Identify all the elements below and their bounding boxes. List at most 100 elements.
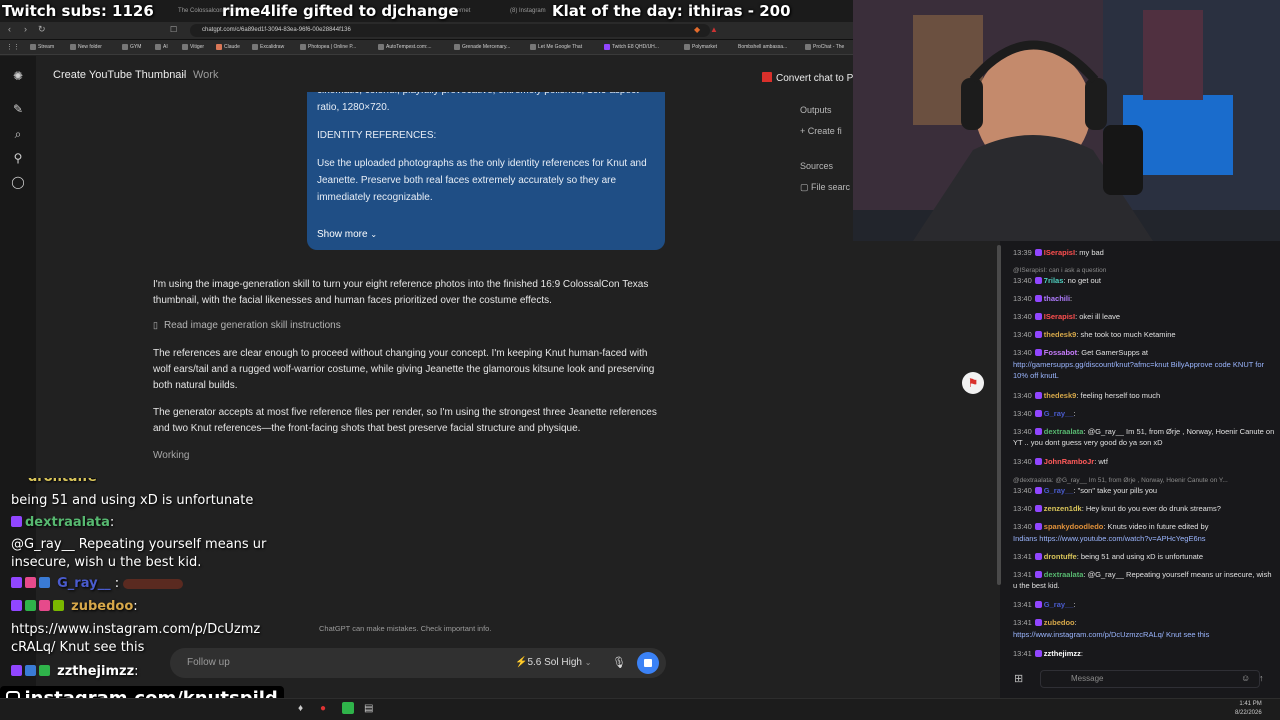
chat-username[interactable]: Fossabot	[1044, 348, 1077, 357]
bookmark-item[interactable]: Claude	[216, 41, 240, 54]
overlay-chat-message: cRALq/ Knut see this	[11, 640, 145, 655]
pdf-float-icon[interactable]: ⚑	[962, 372, 984, 394]
chat-timestamp: 13:40	[1013, 522, 1032, 531]
chat-username[interactable]: G_ray__	[1044, 409, 1074, 418]
taskbar-app-icon[interactable]: ●	[320, 703, 326, 714]
convert-pdf-button[interactable]: Convert chat to PDF	[762, 68, 856, 82]
chat-timestamp: 13:39	[1013, 248, 1032, 257]
emote-icon[interactable]: ☺	[1241, 673, 1250, 683]
chat-username[interactable]: zzthejimzz	[1044, 649, 1081, 658]
show-more-button[interactable]: Show more ⌄	[317, 226, 377, 243]
chat-username[interactable]: G_ray__	[1044, 600, 1074, 609]
pin-icon[interactable]: ⚲	[10, 150, 26, 166]
overlay-chat-user: G_ray__	[57, 576, 111, 591]
new-chat-icon[interactable]: ✎	[10, 101, 26, 117]
bookmark-item[interactable]: AI	[155, 41, 168, 54]
chat-username[interactable]: zubedoo	[1044, 618, 1075, 627]
chat-scrollbar[interactable]	[997, 245, 1001, 585]
taskbar-app-icon[interactable]: ♦	[298, 703, 303, 714]
microphone-icon[interactable]: 🎙	[612, 656, 626, 669]
chat-line: 13:41 G_ray__:	[1013, 599, 1275, 610]
chat-timestamp: 13:41	[1013, 649, 1032, 658]
chat-username[interactable]: 7rilas	[1044, 276, 1064, 285]
chat-username[interactable]: zenzen1dk	[1044, 504, 1082, 513]
chat-username[interactable]: G_ray__	[1044, 486, 1074, 495]
sub-badge-icon	[1034, 650, 1042, 657]
chat-title[interactable]: Create YouTube Thumbnail	[53, 69, 186, 81]
overlay-chat-user: zzthejimzz	[57, 664, 135, 679]
bookmark-item[interactable]: Stream	[30, 41, 54, 54]
overlay-chat-user: dextraalata	[25, 515, 110, 530]
chat-link-text[interactable]: https://www.instagram.com/p/DcUzmzcRALq/…	[1013, 630, 1209, 639]
sub-badge-icon	[1034, 313, 1042, 320]
chat-timestamp: 13:40	[1013, 312, 1032, 321]
chat-timestamp: 13:40	[1013, 427, 1032, 436]
bookmark-item[interactable]: New folder	[70, 41, 102, 54]
assistant-message: The generator accepts at most five refer…	[153, 407, 657, 434]
chat-timestamp: 13:40	[1013, 391, 1032, 400]
chat-line: 13:40 thedesk9: she took too much Ketamin…	[1013, 329, 1275, 340]
bookmark-item[interactable]: AutoTempest.com:...	[378, 41, 432, 54]
chat-username[interactable]: thachili	[1044, 294, 1070, 303]
stop-button[interactable]	[637, 652, 659, 674]
brave-rewards-icon[interactable]: ▲	[710, 25, 718, 34]
reload-icon[interactable]: ↻	[38, 24, 46, 35]
create-file-button[interactable]: + Create fi	[800, 126, 842, 136]
overlay-chat-message: being 51 and using xD is unfortunate	[11, 493, 254, 508]
search-icon[interactable]: ⌕	[10, 126, 26, 142]
bookmark-item[interactable]: Vitiger	[182, 41, 204, 54]
webcam-illustration	[853, 0, 1280, 241]
back-icon[interactable]: ‹	[8, 24, 11, 34]
url-field[interactable]: chatgpt.com/c/6a89ed1f-3094-83ea-96f6-00…	[190, 24, 710, 37]
grid-icon[interactable]: ⊞	[1014, 672, 1028, 686]
bookmark-star-icon[interactable]: ☐	[170, 25, 177, 34]
chat-username[interactable]: ISerapisI	[1044, 248, 1075, 257]
bookmark-item[interactable]: Twitch E8 QHD/UH...	[604, 41, 659, 54]
bookmark-item[interactable]: GYM	[122, 41, 141, 54]
brave-shield-icon[interactable]: ◆	[694, 25, 700, 34]
taskbar-app-icon[interactable]: ▤	[364, 703, 373, 714]
model-selector[interactable]: ⚡5.6 Sol High ⌄	[515, 657, 591, 668]
chat-username[interactable]: dextraalata	[1044, 570, 1084, 579]
file-search-item[interactable]: ▢ File searc	[800, 182, 850, 193]
chat-timestamp: 13:40	[1013, 348, 1032, 357]
skill-instructions-link[interactable]: ▯ Read image generation skill instruction…	[153, 320, 341, 331]
bookmark-item[interactable]: Let Me Google That	[530, 41, 582, 54]
chat-message-text: my bad	[1079, 248, 1104, 257]
chat-header: Create YouTube Thumbnail · Work Convert …	[36, 56, 856, 92]
chat-username[interactable]: thedesk9	[1044, 391, 1077, 400]
skill-link-label: Read image generation skill instructions	[163, 320, 341, 331]
bookmark-item[interactable]: Grenade Mercenary...	[454, 41, 510, 54]
chat-bubble-icon[interactable]: ◯	[10, 174, 26, 190]
browser-tab[interactable]: (8) Instagram	[510, 3, 554, 20]
chat-username[interactable]: spankydoodledo	[1044, 522, 1104, 531]
chat-username[interactable]: JohnRamboJr	[1044, 457, 1094, 466]
send-icon[interactable]: ↑	[1259, 673, 1264, 683]
chat-link-text[interactable]: Indians https://www.youtube.com/watch?v=…	[1013, 534, 1206, 543]
chat-username[interactable]: ISerapisI	[1044, 312, 1075, 321]
sub-badge-icon	[1034, 392, 1042, 399]
forward-icon[interactable]: ›	[24, 24, 27, 34]
chat-link-text[interactable]: http://gamersupps.gg/discount/knut?afmc=…	[1013, 360, 1264, 380]
openai-logo-icon[interactable]: ✺	[10, 68, 26, 84]
chat-username[interactable]: drontuffe	[1044, 552, 1077, 561]
sub-badge-icon	[1034, 523, 1042, 530]
chat-username[interactable]: thedesk9	[1044, 330, 1077, 339]
chat-input[interactable]: Message ☺	[1040, 670, 1260, 688]
bookmark-item[interactable]: Photopea | Online P...	[300, 41, 356, 54]
badge-icon	[39, 600, 50, 611]
bookmark-item[interactable]: Excalidraw	[252, 41, 284, 54]
chat-username[interactable]: dextraalata	[1044, 427, 1084, 436]
emote-image	[123, 578, 184, 589]
chat-message-text: being 51 and using xD is unfortunate	[1080, 552, 1204, 561]
chat-timestamp: 13:40	[1013, 504, 1032, 513]
chat-colon: :	[1073, 600, 1076, 609]
bookmark-item[interactable]: Polymarket	[684, 41, 717, 54]
bookmark-item[interactable]: Bombshell ambassa...	[738, 41, 787, 54]
project-name[interactable]: Work	[193, 69, 218, 81]
composer-input[interactable]: Follow up	[187, 657, 230, 668]
chat-message-text: feeling herself too much	[1080, 391, 1161, 400]
bookmark-item[interactable]: ProChat - The	[805, 41, 844, 54]
taskbar-app-icon[interactable]	[342, 702, 354, 714]
apps-grid-icon[interactable]: ⋮⋮	[6, 43, 20, 51]
